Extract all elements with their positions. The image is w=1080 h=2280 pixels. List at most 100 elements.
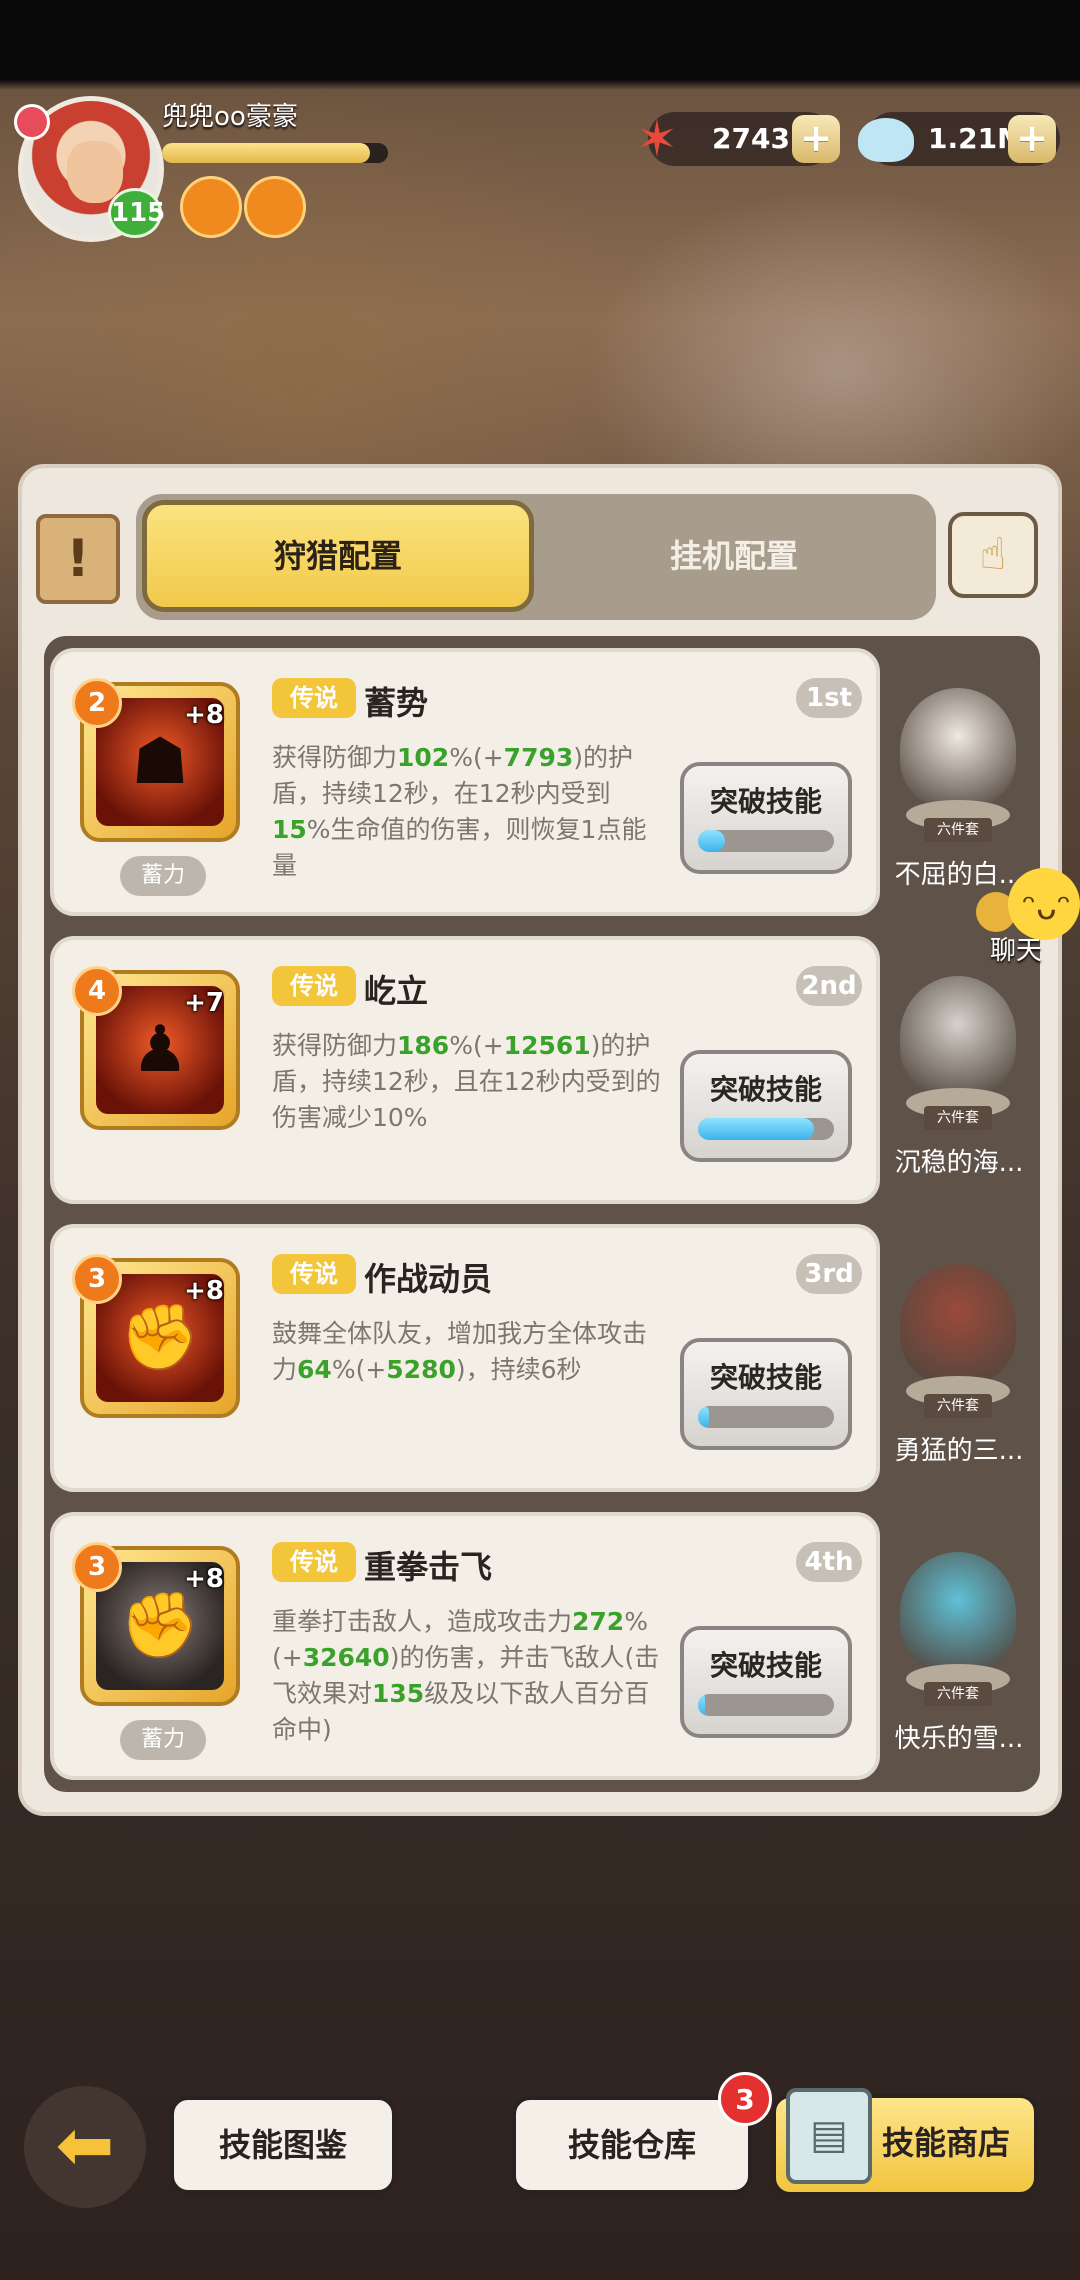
rarity-tag-2: 传说 [272,966,356,1006]
skill-icon-3[interactable]: ✊ +8 3 [72,1254,240,1418]
smile-icon: ᵔᴗᵔ [1022,888,1071,928]
skill-codex-button[interactable]: 技能图鉴 [170,2096,396,2194]
rank-badge-3: 3rd [796,1254,862,1294]
skill-icon-4[interactable]: ✊ +8 3 [72,1542,240,1706]
progress-fill-3 [698,1406,709,1428]
add-starfish-button[interactable]: + [792,115,840,163]
set-pet-1[interactable] [900,688,1016,808]
breakthrough-label-3: 突破技能 [709,1361,822,1394]
skill-level-2: 4 [72,966,122,1016]
highlight-value: 12561 [503,1031,591,1060]
hand-icon[interactable]: ☝ [948,512,1038,598]
rarity-tag-3: 传说 [272,1254,356,1294]
rarity-tag-4: 传说 [272,1542,356,1582]
skill-name-4: 重拳击飞 [364,1548,493,1586]
guild-icon[interactable] [180,176,242,238]
desc-text: %(+ [449,743,504,772]
skill-shop-label: 技能商店 [882,2124,1011,2162]
desc-text: 重拳打击敌人，造成攻击力 [272,1607,573,1636]
charge-tag-4: 蓄力 [120,1720,206,1760]
skill-desc-4: 重拳打击敌人，造成攻击力272%(+32640)的伤害，并击飞敌人(击飞效果对1… [272,1604,662,1748]
avatar-face [67,141,123,203]
skill-level-1: 2 [72,678,122,728]
desc-text: %(+ [331,1355,387,1384]
tab-idle-config[interactable]: 挂机配置 [534,500,934,612]
highlight-value: 5280 [386,1355,456,1384]
set-name-3: 勇猛的三... [894,1436,1024,1466]
avatar-frame-badge [14,104,50,140]
starfish-icon: ✶ [636,110,678,168]
breakthrough-progress-3 [698,1406,834,1428]
warehouse-badge: 3 [718,2072,772,2126]
skill-plus-4: +8 [184,1564,224,1594]
set-name-4: 快乐的雪... [894,1724,1024,1754]
skill-name-3: 作战动员 [364,1260,493,1298]
rarity-tag-1: 传说 [272,678,356,718]
charge-tag-1: 蓄力 [120,856,206,896]
desc-text: %(+ [449,1031,504,1060]
breakthrough-button-1[interactable]: 突破技能 [680,762,852,874]
set-tag-3: 六件套 [924,1394,992,1418]
breakthrough-progress-2 [698,1118,834,1140]
skill-icon-1[interactable]: ☗ +8 2 [72,678,240,842]
desc-text: )，持续6秒 [455,1355,582,1384]
skill-name-1: 蓄势 [364,684,429,722]
skill-desc-2: 获得防御力186%(+12561)的护盾，持续12秒，且在12秒内受到的伤害减少… [272,1028,662,1136]
chat-label: 聊天 [990,936,1043,966]
set-tag-2: 六件套 [924,1106,992,1130]
xp-fill [162,143,370,163]
progress-fill-2 [698,1118,814,1140]
breakthrough-button-4[interactable]: 突破技能 [680,1626,852,1738]
scroll-shop-icon: ▤ [786,2088,872,2184]
skill-level-4: 3 [72,1542,122,1592]
add-shell-button[interactable]: + [1008,115,1056,163]
xp-bar [162,143,388,163]
breakthrough-progress-1 [698,830,834,852]
skill-desc-3: 鼓舞全体队友，增加我方全体攻击力64%(+5280)，持续6秒 [272,1316,662,1388]
starfish-value: 2743 [712,122,790,155]
set-pet-2[interactable] [900,976,1016,1096]
shell-icon [858,118,914,162]
status-bar [0,0,1080,80]
highlight-value: 272 [572,1607,625,1636]
set-name-2: 沉稳的海... [894,1148,1024,1178]
breakthrough-label-1: 突破技能 [709,785,822,818]
set-pet-4[interactable] [900,1552,1016,1672]
rank-badge-1: 1st [796,678,862,718]
highlight-value: 7793 [503,743,574,772]
skill-warehouse-button[interactable]: 技能仓库 [512,2096,752,2194]
highlight-value: 15 [272,815,307,844]
set-name-1: 不屈的白... [894,860,1024,890]
skill-icon-2[interactable]: ♟ +7 4 [72,966,240,1130]
breakthrough-button-2[interactable]: 突破技能 [680,1050,852,1162]
player-level: 115 [108,188,165,238]
set-pet-3[interactable] [900,1264,1016,1384]
title-icon[interactable] [244,176,306,238]
skill-level-3: 3 [72,1254,122,1304]
highlight-value: 64 [297,1355,332,1384]
set-tag-1: 六件套 [924,818,992,842]
highlight-value: 102 [397,743,450,772]
breakthrough-button-3[interactable]: 突破技能 [680,1338,852,1450]
skill-plus-2: +7 [184,988,224,1018]
skill-name-2: 屹立 [364,972,429,1010]
highlight-value: 135 [372,1679,425,1708]
scroll-icon[interactable]: ! [36,514,120,604]
progress-fill-1 [698,830,726,852]
tab-hunt-config[interactable]: 狩猎配置 [142,500,534,612]
rank-badge-2: 2nd [796,966,862,1006]
highlight-value: 32640 [302,1643,390,1672]
desc-text: 获得防御力 [272,743,398,772]
breakthrough-label-2: 突破技能 [709,1073,822,1106]
player-name: 兜兜oo豪豪 [162,102,298,132]
highlight-value: 186 [397,1031,450,1060]
progress-fill-4 [698,1694,705,1716]
rank-badge-4: 4th [796,1542,862,1582]
set-tag-4: 六件套 [924,1682,992,1706]
breakthrough-progress-4 [698,1694,834,1716]
skill-plus-3: +8 [184,1276,224,1306]
skill-plus-1: +8 [184,700,224,730]
desc-text: %生命值的伤害，则恢复1点能量 [272,815,647,880]
back-button[interactable]: ⬅ [24,2086,146,2208]
breakthrough-label-4: 突破技能 [709,1649,822,1682]
